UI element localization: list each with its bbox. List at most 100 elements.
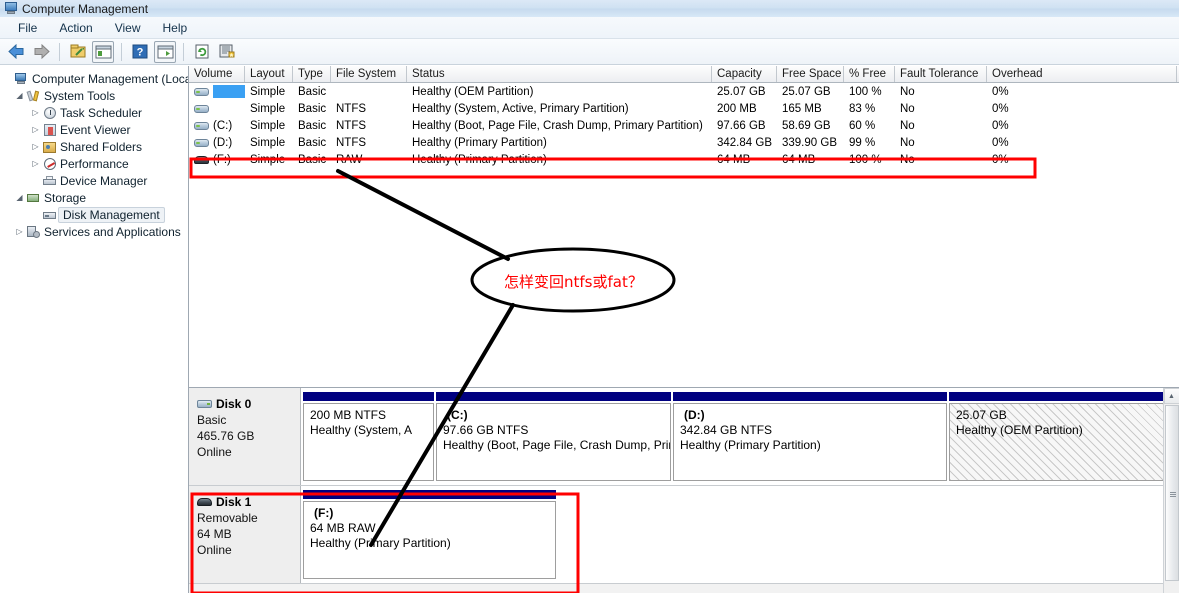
sidebar-item-disk-management[interactable]: Disk Management (0, 206, 188, 223)
show-hide-tree-icon[interactable] (67, 41, 89, 63)
column-header-free-space[interactable]: Free Space (777, 66, 844, 82)
graphical-view-scrollbar[interactable]: ▲ (1163, 388, 1179, 593)
partition-d[interactable]: (D:) 342.84 GB NTFS Healthy (Primary Par… (673, 392, 947, 481)
properties-icon[interactable] (92, 40, 114, 63)
expander-icon[interactable]: ▷ (30, 159, 41, 168)
disk-header-0[interactable]: Disk 0 Basic 465.76 GB Online (189, 388, 301, 485)
graphical-view: Disk 0 Basic 465.76 GB Online 200 MB NTF… (189, 388, 1179, 593)
cell-fault-tolerance: No (900, 153, 915, 166)
scroll-up-arrow-icon[interactable]: ▲ (1163, 388, 1179, 404)
scrollbar-thumb[interactable] (1164, 405, 1179, 581)
column-header-capacity[interactable]: Capacity (712, 66, 777, 82)
column-header-type[interactable]: Type (293, 66, 331, 82)
volume-name: (C:) (213, 119, 233, 132)
cell-volume: (F:) (189, 154, 245, 166)
disk-state: Online (197, 543, 232, 557)
cell-volume: (D:) (189, 137, 245, 149)
table-row[interactable]: Simple Basic Healthy (OEM Partition) 25.… (189, 83, 1179, 100)
cell-type: Basic (298, 136, 327, 149)
expander-icon[interactable]: ▷ (30, 125, 41, 134)
computer-icon (13, 72, 30, 86)
table-row[interactable]: (D:) Simple Basic NTFS Healthy (Primary … (189, 134, 1179, 151)
tools-icon (25, 89, 42, 103)
expander-icon[interactable]: ◢ (14, 91, 25, 100)
cell-fault-tolerance: No (900, 119, 915, 132)
sidebar-item-services-and-applications[interactable]: ▷ Services and Applications (0, 223, 188, 240)
partition-c[interactable]: (C:) 97.66 GB NTFS Healthy (Boot, Page F… (436, 392, 671, 481)
cell-overhead: 0% (992, 102, 1009, 115)
column-header-layout[interactable]: Layout (245, 66, 293, 82)
sidebar-item-label: Task Scheduler (60, 105, 143, 120)
show-action-pane-icon[interactable] (154, 40, 176, 63)
cell-type: Basic (298, 85, 327, 98)
partition-details: 25.07 GB Healthy (OEM Partition) (949, 403, 1164, 481)
partition-status: Healthy (Boot, Page File, Crash Dump, Pr… (443, 438, 671, 452)
refresh-icon[interactable] (191, 41, 213, 63)
help-icon[interactable]: ? (129, 41, 151, 63)
disk-row-1[interactable]: Disk 1 Removable 64 MB Online (F:) 64 MB… (189, 486, 1179, 584)
forward-icon[interactable] (30, 41, 52, 63)
cell-volume (189, 85, 245, 98)
partition-f[interactable]: (F:) 64 MB RAW Healthy (Primary Partitio… (303, 490, 556, 579)
cell-volume: (C:) (189, 120, 245, 132)
cell-status: Healthy (Primary Partition) (412, 153, 547, 166)
sidebar-item-system-tools[interactable]: ◢ System Tools (0, 87, 188, 104)
cell-type: Basic (298, 119, 327, 132)
disk-type: Basic (197, 413, 227, 427)
partition-oem[interactable]: 25.07 GB Healthy (OEM Partition) (949, 392, 1164, 481)
disk-row-0[interactable]: Disk 0 Basic 465.76 GB Online 200 MB NTF… (189, 388, 1179, 486)
column-header-file-system[interactable]: File System (331, 66, 407, 82)
menu-help[interactable]: Help (153, 18, 198, 38)
cell-layout: Simple (250, 136, 286, 149)
sidebar-item-device-manager[interactable]: Device Manager (0, 172, 188, 189)
rescan-disks-icon[interactable] (216, 41, 238, 63)
table-row[interactable]: (C:) Simple Basic NTFS Healthy (Boot, Pa… (189, 117, 1179, 134)
cell-fault-tolerance: No (900, 85, 915, 98)
sidebar-item-computer-management[interactable]: Computer Management (Local (0, 70, 188, 87)
menu-view[interactable]: View (105, 18, 151, 38)
performance-icon (41, 157, 58, 170)
column-header-status[interactable]: Status (407, 66, 712, 82)
table-row[interactable]: Simple Basic NTFS Healthy (System, Activ… (189, 100, 1179, 117)
expander-icon[interactable]: ▷ (30, 108, 41, 117)
cell-status: Healthy (System, Active, Primary Partiti… (412, 102, 629, 115)
cell-overhead: 0% (992, 85, 1009, 98)
sidebar-item-label: Services and Applications (44, 224, 181, 239)
cell-type: Basic (298, 153, 327, 166)
column-header-overhead[interactable]: Overhead (987, 66, 1177, 82)
clock-icon (41, 106, 58, 119)
cell-percent-free: 100 % (849, 85, 882, 98)
menu-file[interactable]: File (8, 18, 47, 38)
sidebar-item-shared-folders[interactable]: ▷ Shared Folders (0, 138, 188, 155)
partition-size-fs: 25.07 GB (956, 408, 1007, 422)
column-header-fault-tolerance[interactable]: Fault Tolerance (895, 66, 987, 82)
partition-label: (C:) (447, 408, 468, 422)
cell-free-space: 58.69 GB (782, 119, 831, 132)
sidebar-item-task-scheduler[interactable]: ▷ Task Scheduler (0, 104, 188, 121)
disk-header-1[interactable]: Disk 1 Removable 64 MB Online (189, 486, 301, 583)
menu-action[interactable]: Action (49, 18, 102, 38)
cell-overhead: 0% (992, 153, 1009, 166)
sidebar-item-label: Performance (60, 156, 129, 171)
cell-capacity: 25.07 GB (717, 85, 766, 98)
fixed-disk-icon (194, 138, 209, 148)
expander-icon[interactable]: ▷ (14, 227, 25, 236)
sidebar-item-event-viewer[interactable]: ▷ Event Viewer (0, 121, 188, 138)
expander-icon[interactable]: ◢ (14, 193, 25, 202)
column-header-volume[interactable]: Volume (189, 66, 245, 82)
sidebar-item-performance[interactable]: ▷ Performance (0, 155, 188, 172)
column-header-percent-free[interactable]: % Free (844, 66, 895, 82)
disk-management-icon (41, 208, 58, 221)
partition-label: (D:) (684, 408, 705, 422)
expander-icon[interactable]: ▷ (30, 142, 41, 151)
device-manager-icon (41, 174, 58, 187)
sidebar-item-label: System Tools (44, 88, 116, 103)
volume-name-redacted (213, 85, 245, 98)
partition-system-reserved[interactable]: 200 MB NTFS Healthy (System, A (303, 392, 434, 481)
table-row-highlighted[interactable]: (F:) Simple Basic RAW Healthy (Primary P… (189, 151, 1179, 168)
sidebar-item-storage[interactable]: ◢ Storage (0, 189, 188, 206)
console-tree: Computer Management (Local ◢ System Tool… (0, 66, 189, 593)
back-icon[interactable] (5, 41, 27, 63)
cell-free-space: 339.90 GB (782, 136, 837, 149)
title-bar: Computer Management (0, 0, 1179, 17)
